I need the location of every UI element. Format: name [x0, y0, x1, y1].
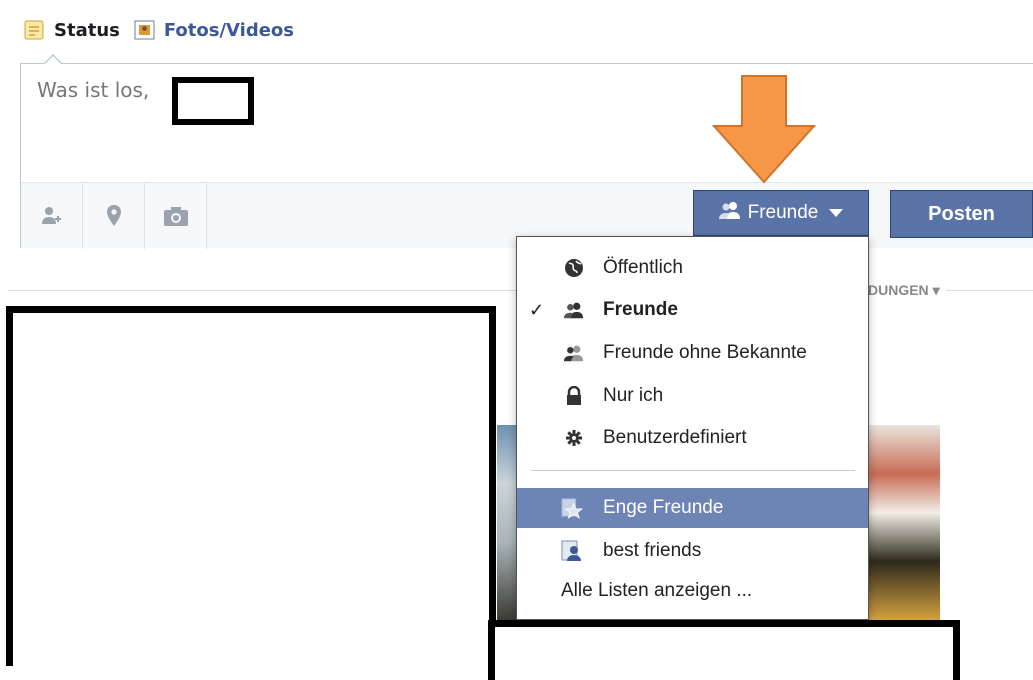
- show-all-lists-label: Alle Listen anzeigen ...: [561, 580, 753, 601]
- status-input[interactable]: Was ist los,: [37, 78, 149, 102]
- list-person-icon: [561, 540, 583, 562]
- friends-except-icon: [563, 342, 585, 364]
- status-note-icon: [24, 19, 46, 41]
- privacy-option-label: Nur ich: [603, 385, 664, 406]
- privacy-option-label: Freunde: [603, 299, 678, 320]
- chevron-down-icon: [828, 202, 844, 224]
- privacy-list-label: best friends: [603, 540, 702, 561]
- tab-status-label: Status: [54, 19, 120, 41]
- privacy-selector-button[interactable]: Freunde: [693, 190, 869, 236]
- privacy-list-best-friends[interactable]: best friends: [517, 531, 868, 571]
- feed-photo-fragment-right: [868, 425, 940, 620]
- star-list-icon: [561, 497, 583, 519]
- privacy-option-public[interactable]: Öffentlich: [517, 248, 868, 288]
- tab-photos-videos[interactable]: Fotos/Videos: [134, 19, 294, 41]
- privacy-option-friends[interactable]: ✓ Freunde: [517, 290, 868, 330]
- feed-sort-text: DUNGEN: [868, 282, 929, 298]
- redacted-feed-area-bottom: [488, 620, 960, 680]
- feed-photo-fragment: [497, 425, 517, 620]
- lock-icon: [563, 385, 585, 407]
- post-button[interactable]: Posten: [890, 190, 1033, 238]
- redacted-feed-area: [6, 306, 496, 666]
- privacy-option-friends-except[interactable]: Freunde ohne Bekannte: [517, 333, 868, 373]
- tag-friends-icon[interactable]: [21, 183, 83, 249]
- feed-sort-label[interactable]: DUNGEN ▾: [868, 282, 946, 299]
- menu-separator: [531, 470, 855, 471]
- privacy-list-close-friends[interactable]: Enge Freunde: [517, 488, 868, 528]
- redacted-username: [172, 77, 254, 125]
- camera-icon[interactable]: [145, 183, 207, 249]
- privacy-option-label: Benutzerdefiniert: [603, 427, 747, 448]
- privacy-option-label: Freunde ohne Bekannte: [603, 342, 807, 363]
- privacy-option-label: Öffentlich: [603, 257, 683, 278]
- privacy-selector-label: Freunde: [747, 202, 819, 223]
- sort-chevron-icon: ▾: [932, 282, 940, 298]
- tab-status[interactable]: Status: [24, 19, 120, 41]
- tab-photos-label: Fotos/Videos: [163, 19, 295, 41]
- checkmark-icon: ✓: [529, 299, 545, 320]
- privacy-option-custom[interactable]: Benutzerdefiniert: [517, 418, 868, 458]
- privacy-list-label: Enge Freunde: [603, 497, 724, 518]
- show-all-lists-link[interactable]: Alle Listen anzeigen ...: [517, 571, 868, 611]
- friends-icon: [563, 299, 585, 321]
- privacy-option-only-me[interactable]: Nur ich: [517, 376, 868, 416]
- privacy-dropdown-menu: Öffentlich ✓ Freunde Freunde ohne Bekann…: [516, 236, 869, 620]
- globe-icon: [563, 257, 585, 279]
- annotation-arrow: [712, 75, 816, 184]
- photo-icon: [134, 19, 156, 41]
- gear-icon: [563, 427, 585, 449]
- location-pin-icon[interactable]: [83, 183, 145, 249]
- composer-tabs: Status Fotos/Videos: [24, 14, 308, 46]
- friends-icon: [718, 200, 742, 226]
